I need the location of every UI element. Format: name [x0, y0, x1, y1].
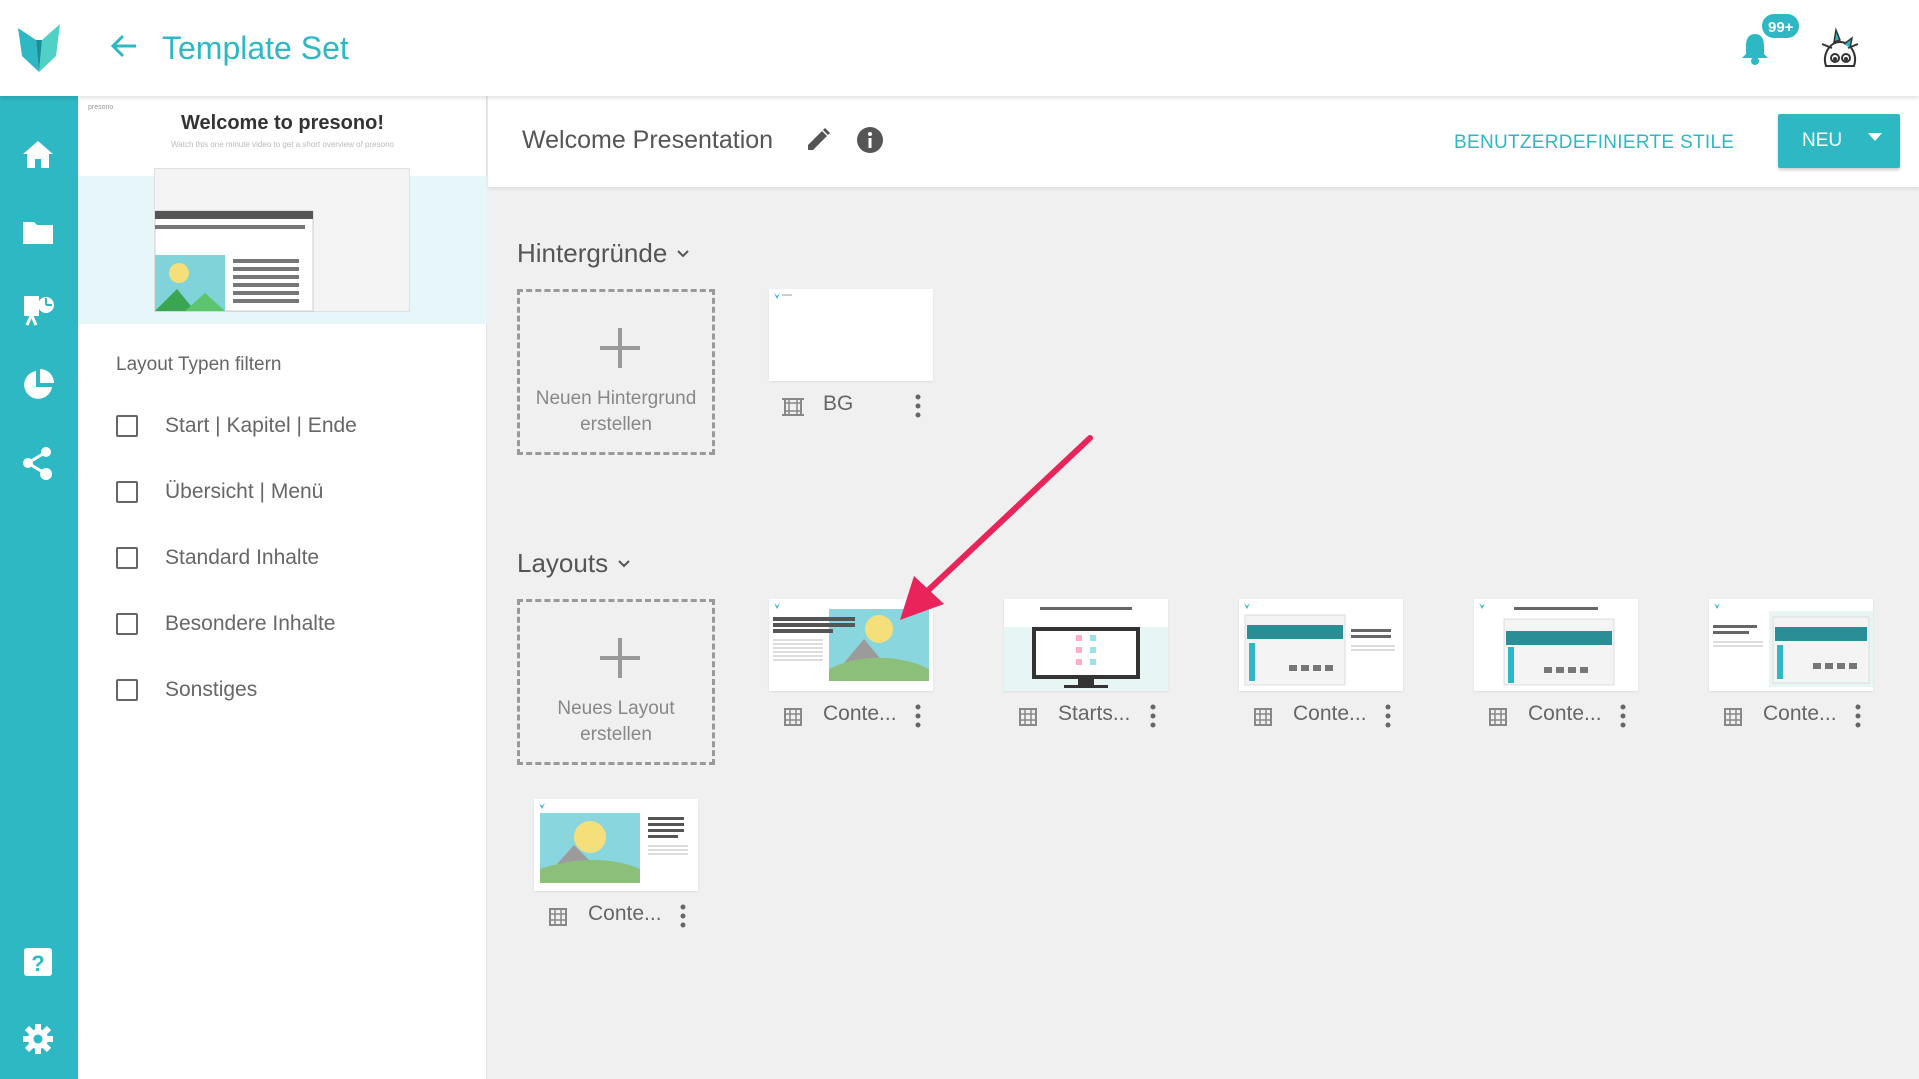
layout-name[interactable]: Conte...: [588, 902, 668, 926]
more-vert-icon[interactable]: [913, 703, 923, 729]
filter-uebersicht-menue[interactable]: Übersicht | Menü: [116, 477, 323, 507]
layout-name[interactable]: Conte...: [823, 702, 903, 726]
layout-thumbnail[interactable]: [769, 599, 933, 691]
new-button-label: NEU: [1802, 130, 1843, 151]
more-vert-icon[interactable]: [678, 903, 688, 929]
folder-icon[interactable]: [19, 213, 57, 251]
backgrounds-section-toggle[interactable]: Hintergründe: [517, 238, 691, 269]
filter-sonstiges[interactable]: Sonstiges: [116, 675, 257, 705]
layout-grid-icon: [549, 908, 567, 926]
filter-label: Standard Inhalte: [165, 546, 320, 569]
presentation-header: Welcome Presentation BENUTZERDEFINIERTE …: [488, 96, 1919, 187]
layout-thumbnail[interactable]: [1239, 599, 1403, 691]
more-vert-icon[interactable]: [913, 393, 923, 419]
more-vert-icon[interactable]: [1853, 703, 1863, 729]
section-title: Layouts: [517, 548, 609, 578]
layout-thumbnail[interactable]: [534, 799, 698, 891]
more-vert-icon[interactable]: [1383, 703, 1393, 729]
browser-illustration: [154, 210, 314, 312]
add-background-label: Neuen Hintergrund erstellen: [520, 386, 712, 438]
more-vert-icon[interactable]: [1618, 703, 1628, 729]
svg-text:?: ?: [31, 951, 44, 976]
layout-name[interactable]: Conte...: [1293, 702, 1373, 726]
pencil-icon[interactable]: [804, 126, 832, 154]
layout-name[interactable]: Conte...: [1528, 702, 1608, 726]
back-arrow-icon[interactable]: [108, 30, 140, 62]
layout-grid-icon: [1254, 708, 1272, 726]
add-layout-card[interactable]: Neues Layout erstellen: [517, 599, 715, 765]
presono-logo[interactable]: [16, 22, 62, 74]
page-title: Template Set: [162, 30, 349, 66]
help-icon[interactable]: ?: [19, 943, 57, 981]
avatar[interactable]: [1816, 24, 1864, 74]
layout-thumbnail[interactable]: [1709, 599, 1873, 691]
filter-start-kapitel-ende[interactable]: Start | Kapitel | Ende: [116, 411, 357, 441]
new-button[interactable]: NEU: [1778, 114, 1900, 168]
add-label-line: erstellen: [580, 724, 652, 745]
chevron-down-icon: [677, 249, 690, 257]
caret-down-icon: [1868, 133, 1882, 141]
filter-label: Start | Kapitel | Ende: [165, 414, 357, 437]
filter-standard-inhalte[interactable]: Standard Inhalte: [116, 543, 319, 573]
layouts-section-toggle[interactable]: Layouts: [517, 548, 632, 579]
background-type-icon: [782, 398, 804, 416]
layout-grid-icon: [1019, 708, 1037, 726]
more-vert-icon[interactable]: [1148, 703, 1158, 729]
nav-rail: ?: [0, 96, 78, 1079]
video-subtitle: Watch this one minute video to get a sho…: [171, 140, 394, 149]
notification-badge: 99+: [1760, 12, 1802, 40]
video-preview: [154, 168, 410, 312]
pie-chart-icon[interactable]: [19, 366, 57, 404]
add-label-line: erstellen: [580, 414, 652, 435]
presentation-title: Welcome Presentation: [522, 126, 774, 154]
background-thumbnail[interactable]: [769, 289, 933, 381]
plus-icon: [600, 328, 640, 368]
presentation-icon[interactable]: [19, 290, 57, 328]
layout-thumbnail[interactable]: [1474, 599, 1638, 691]
layout-grid-icon: [1724, 708, 1742, 726]
settings-icon[interactable]: [19, 1020, 57, 1058]
filter-label: Besondere Inhalte: [165, 612, 336, 635]
plus-icon: [600, 638, 640, 678]
video-title: Welcome to presono!: [181, 112, 384, 134]
layout-name[interactable]: Starts...: [1058, 702, 1138, 726]
layout-thumbnail[interactable]: [1004, 599, 1168, 691]
info-icon[interactable]: [855, 125, 885, 155]
filter-checkbox[interactable]: [116, 547, 138, 569]
filter-checkbox[interactable]: [116, 613, 138, 635]
filter-title: Layout Typen filtern: [116, 354, 282, 375]
chevron-down-icon: [618, 559, 630, 567]
share-icon[interactable]: [19, 444, 57, 482]
background-name[interactable]: BG: [823, 392, 903, 416]
video-brand: presono: [88, 104, 114, 111]
add-label-line: Neues Layout: [557, 698, 675, 719]
filter-besondere-inhalte[interactable]: Besondere Inhalte: [116, 609, 335, 639]
add-background-card[interactable]: Neuen Hintergrund erstellen: [517, 289, 715, 455]
layout-name[interactable]: Conte...: [1763, 702, 1843, 726]
filter-checkbox[interactable]: [116, 415, 138, 437]
filter-checkbox[interactable]: [116, 481, 138, 503]
add-layout-label: Neues Layout erstellen: [520, 696, 712, 748]
layout-grid-icon: [1489, 708, 1507, 726]
filter-label: Sonstiges: [165, 678, 258, 701]
filter-checkbox[interactable]: [116, 679, 138, 701]
section-title: Hintergründe: [517, 238, 668, 268]
layout-grid-icon: [784, 708, 802, 726]
filter-panel: presono Welcome to presono! Watch this o…: [78, 96, 487, 1079]
top-bar: Template Set 99+: [0, 0, 1919, 96]
home-icon[interactable]: [19, 136, 57, 174]
filter-label: Übersicht | Menü: [165, 480, 324, 503]
add-label-line: Neuen Hintergrund: [535, 388, 697, 409]
custom-styles-link[interactable]: BENUTZERDEFINIERTE STILE: [1454, 132, 1734, 154]
intro-video[interactable]: presono Welcome to presono! Watch this o…: [78, 96, 487, 326]
